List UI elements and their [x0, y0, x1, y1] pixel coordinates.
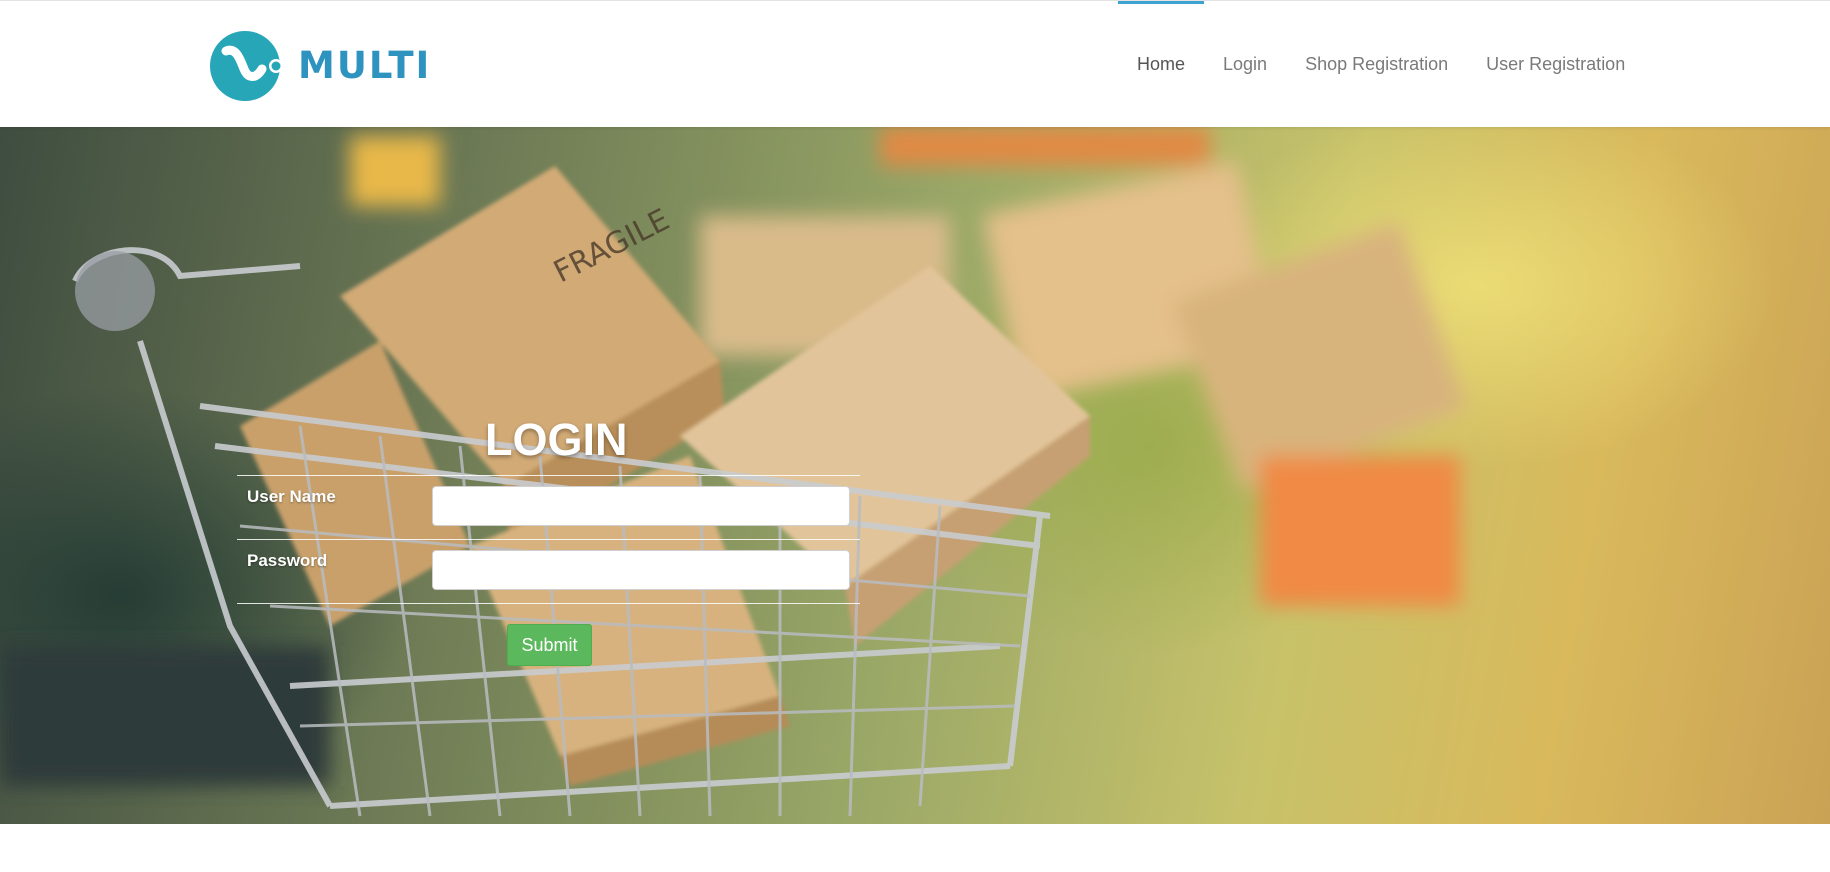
- nav-shop-registration[interactable]: Shop Registration: [1286, 1, 1467, 127]
- site-header: MULTI Home Login Shop Registration User …: [0, 0, 1830, 127]
- login-fields: User Name Password: [237, 475, 860, 604]
- nav-user-registration[interactable]: User Registration: [1467, 1, 1644, 127]
- hero-banner: FRAGILE LOGIN User Name Password Submit: [0, 126, 1830, 824]
- password-label: Password: [247, 551, 328, 570]
- username-row: User Name: [237, 475, 860, 539]
- brand-logo[interactable]: MULTI: [210, 29, 431, 102]
- nav-login[interactable]: Login: [1204, 1, 1286, 127]
- password-row: Password: [237, 539, 860, 604]
- username-label: User Name: [247, 487, 336, 506]
- password-input[interactable]: [432, 550, 850, 590]
- username-input[interactable]: [432, 486, 850, 526]
- brand-name: MULTI: [298, 44, 432, 87]
- nav-home[interactable]: Home: [1118, 1, 1205, 127]
- submit-button[interactable]: Submit: [507, 624, 592, 666]
- multi-logo-icon: [210, 29, 284, 103]
- main-nav: Home Login Shop Registration User Regist…: [1118, 1, 1644, 127]
